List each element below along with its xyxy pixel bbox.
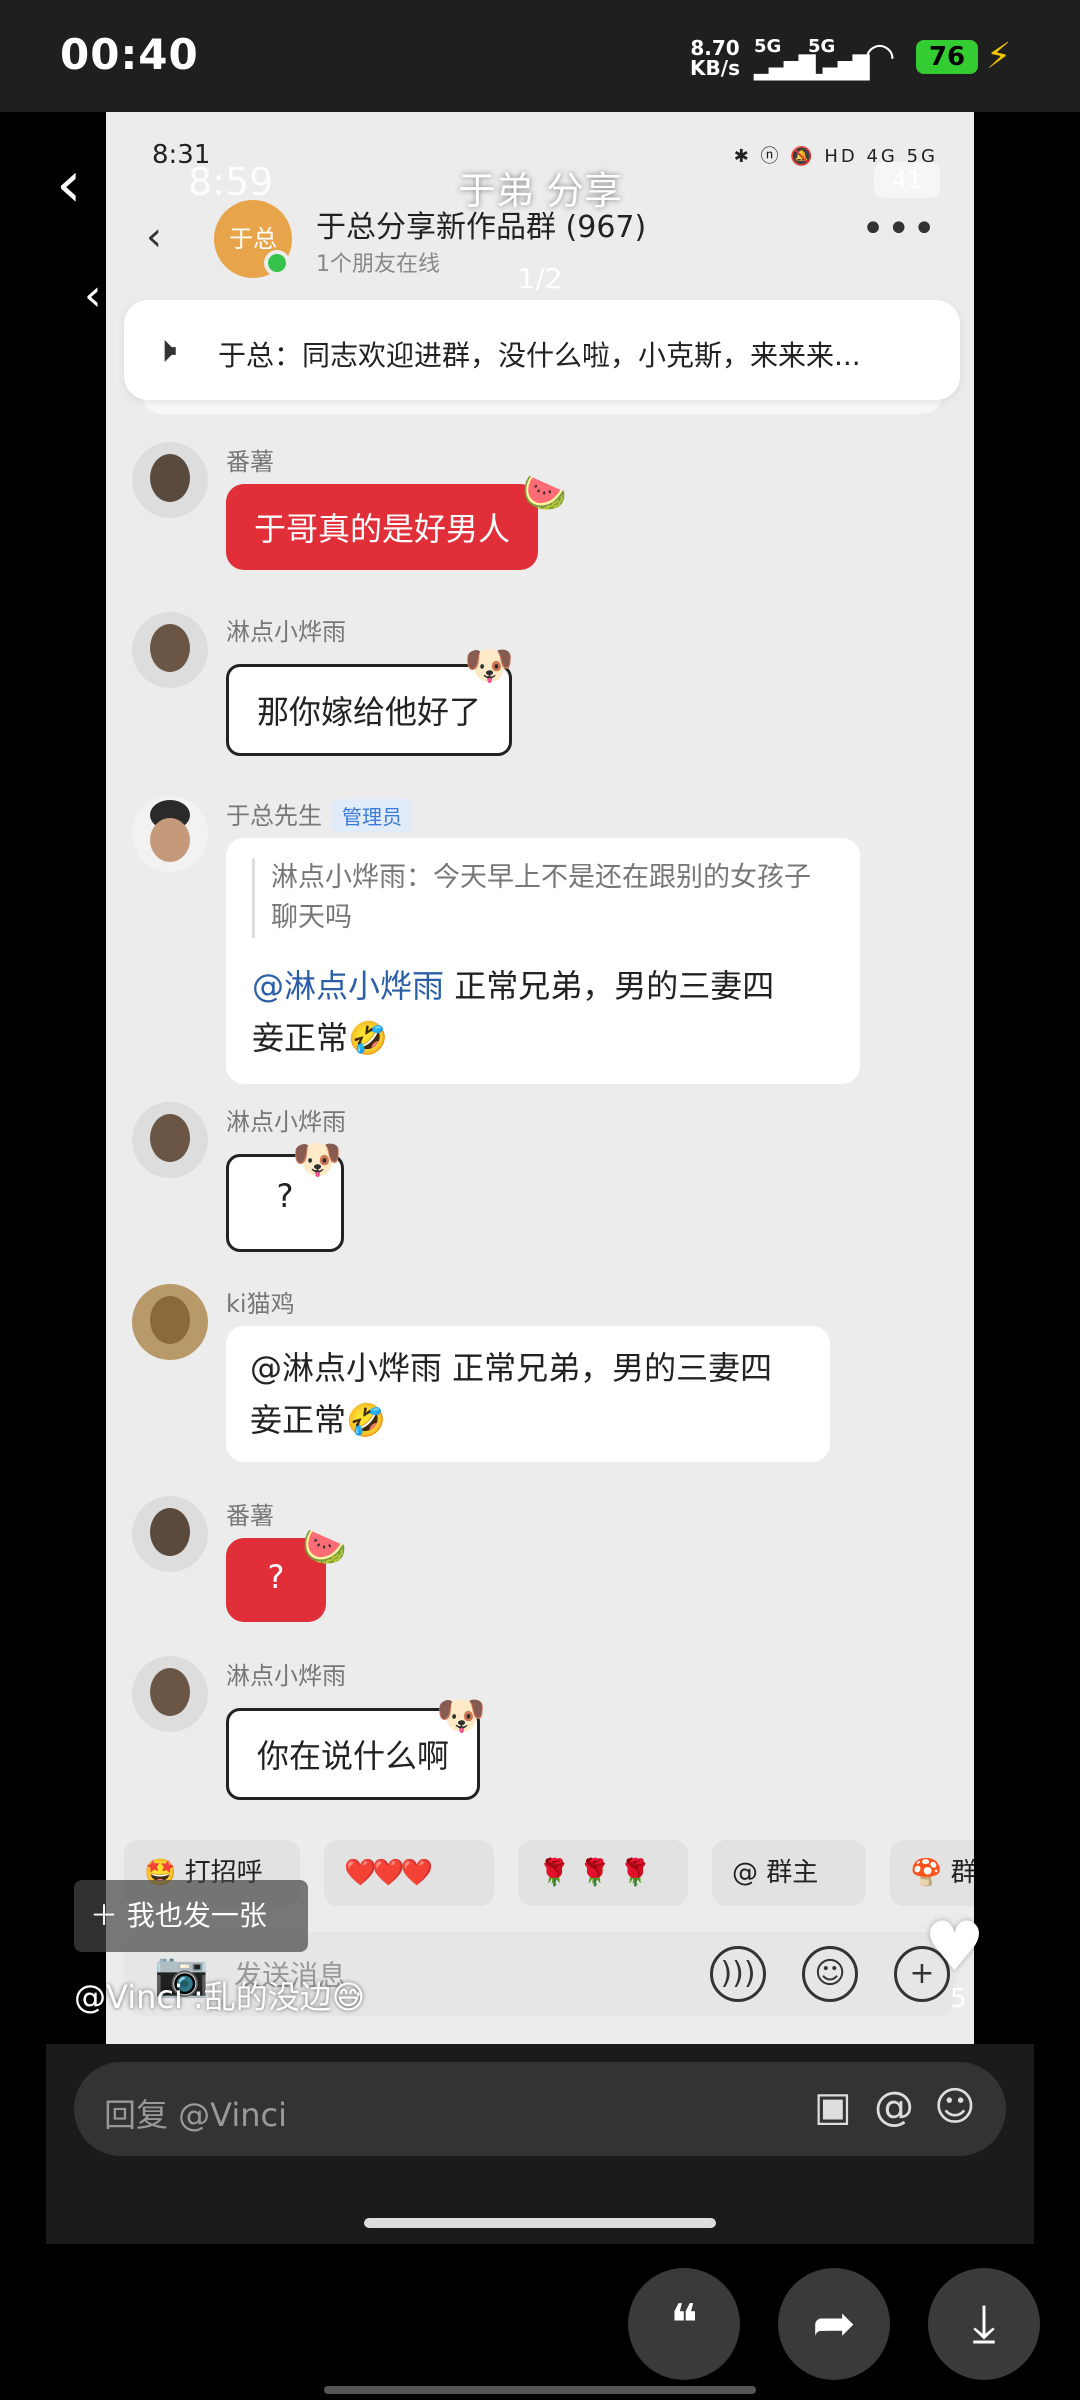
emoji-icon[interactable]: ☺: [802, 1946, 858, 2002]
speaker-icon: 🕨: [154, 330, 177, 371]
network-speed: 8.70 KB/s: [690, 38, 740, 78]
reply-bar-area: 回复 @Vinci ▣ @ ☺: [46, 2044, 1034, 2244]
chip-roses[interactable]: 🌹 🌹 🌹: [518, 1840, 688, 1906]
signal-icon: ▂▄▆█: [754, 56, 816, 81]
avatar[interactable]: [132, 612, 208, 688]
speed-unit: KB/s: [690, 56, 740, 80]
wifi-icon: ◠: [864, 36, 896, 77]
chip-hearts[interactable]: ❤️❤️❤️: [324, 1840, 494, 1906]
sender-name: 番薯: [226, 448, 274, 476]
image-icon[interactable]: ▣: [814, 2084, 852, 2130]
message-text: 你在说什么啊: [257, 1737, 450, 1775]
overlay-ghost-battery: 41: [874, 162, 940, 198]
dog-sticker-icon: 🐶: [464, 643, 514, 689]
message-text-line1: @淋点小烨雨 正常兄弟，男的三妻四: [250, 1349, 773, 1387]
avatar[interactable]: [132, 796, 208, 872]
speed-value: 8.70: [690, 36, 740, 60]
reply-input[interactable]: 回复 @Vinci ▣ @ ☺: [74, 2062, 1006, 2156]
chip-mention-owner[interactable]: @ 群主: [712, 1840, 866, 1906]
sender-name: 淋点小烨雨: [226, 1662, 346, 1690]
sender-name: 于总先生 管理员: [226, 796, 412, 832]
message-text: ?: [267, 1558, 285, 1596]
post-caption: @Vinci :乱的没边😅: [74, 1978, 366, 2016]
voice-icon[interactable]: ))): [710, 1946, 766, 2002]
mention-link[interactable]: @淋点小烨雨: [252, 967, 444, 1005]
message-text-line1: 正常兄弟，男的三妻四: [454, 967, 775, 1005]
watermelon-icon: 🍉: [522, 473, 567, 514]
message-bubble[interactable]: 于哥真的是好男人: [226, 484, 539, 570]
chip-group[interactable]: 🍄 群: [890, 1840, 974, 1906]
message-bubble[interactable]: 淋点小烨雨：今天早上不是还在跟别的女孩子聊天吗 @淋点小烨雨 正常兄弟，男的三妻…: [226, 838, 860, 1084]
message-text-line2: 妾正常🤣: [250, 1401, 386, 1439]
pinned-announcement[interactable]: 🕨 于总：同志欢迎进群，没什么啦，小克斯，来来来...: [124, 300, 960, 400]
outer-status-bar: 00:40 8.70 KB/s 5G ▂▄▆█ 5G ▂▄▆█ ◠ 76 ⚡: [0, 0, 1080, 112]
sender-name: 淋点小烨雨: [226, 1108, 346, 1136]
admin-badge: 管理员: [332, 799, 412, 832]
share-icon[interactable]: ➦: [778, 2268, 890, 2380]
watermelon-icon: 🍉: [302, 1527, 347, 1568]
message-text-line2: 妾正常🤣: [252, 1019, 388, 1057]
home-indicator: [364, 2218, 716, 2228]
avatar[interactable]: [132, 1656, 208, 1732]
status-time: 00:40: [60, 30, 199, 79]
page-indicator: 1/2: [517, 262, 563, 295]
like-count: 5: [950, 1984, 967, 2014]
message-text: ?: [276, 1177, 294, 1215]
at-icon[interactable]: @: [874, 2084, 914, 2130]
chevron-left-icon[interactable]: ‹: [146, 214, 162, 260]
heart-icon[interactable]: ♥: [924, 1908, 985, 1987]
signal-icon-2: ▂▄▆█: [808, 56, 870, 81]
post-one-button[interactable]: ＋ 我也发一张: [74, 1880, 308, 1952]
avatar[interactable]: [132, 1496, 208, 1572]
quoted-message[interactable]: 淋点小烨雨：今天早上不是还在跟别的女孩子聊天吗: [252, 858, 834, 938]
network-5g-label-2: 5G: [808, 36, 836, 57]
dog-sticker-icon: 🐶: [292, 1137, 342, 1183]
sender-name-text: 于总先生: [226, 802, 322, 830]
message-bubble[interactable]: @淋点小烨雨 正常兄弟，男的三妻四 妾正常🤣: [226, 1326, 830, 1462]
emoji-icon[interactable]: ☺: [934, 2084, 976, 2130]
pinned-text: 于总：同志欢迎进群，没什么啦，小克斯，来来来...: [218, 339, 861, 372]
download-icon[interactable]: ⤓: [928, 2268, 1040, 2380]
message-text: 于哥真的是好男人: [254, 510, 511, 548]
sender-name: ki猫鸡: [226, 1290, 295, 1318]
avatar[interactable]: [132, 442, 208, 518]
avatar[interactable]: [132, 1102, 208, 1178]
avatar[interactable]: [132, 1284, 208, 1360]
battery-indicator: 76: [916, 40, 978, 74]
message-text: @淋点小烨雨 正常兄弟，男的三妻四: [252, 960, 834, 1012]
sender-name: 淋点小烨雨: [226, 618, 346, 646]
home-indicator: [324, 2386, 756, 2394]
charging-icon: ⚡: [986, 36, 1012, 77]
message-text: 那你嫁给他好了: [257, 693, 482, 731]
quote-icon[interactable]: ❝: [628, 2268, 740, 2380]
shared-screenshot: 8:31 ✱ ⓝ 🔕 HD 4G 5G ‹ 于总 于总分享新作品群 (967) …: [106, 112, 974, 2044]
sender-name: 番薯: [226, 1502, 274, 1530]
network-5g-label: 5G: [754, 36, 782, 57]
reply-placeholder: 回复 @Vinci: [104, 2096, 288, 2134]
dog-sticker-icon: 🐶: [436, 1693, 486, 1739]
